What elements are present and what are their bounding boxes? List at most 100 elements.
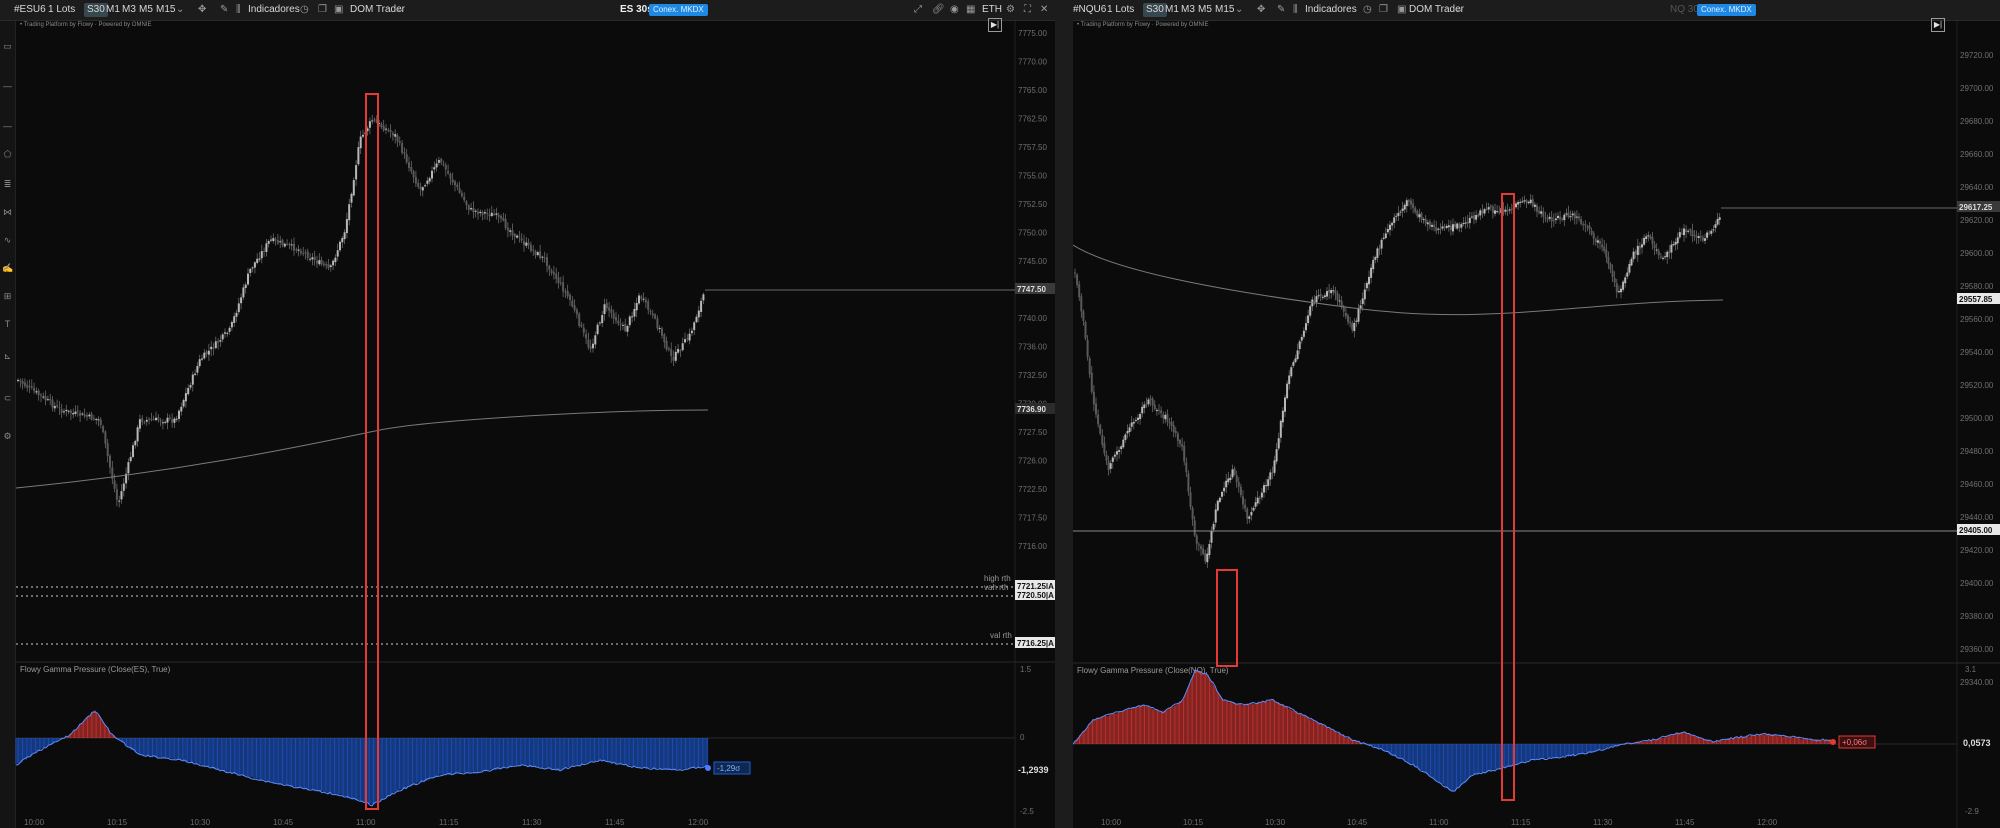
candle-body (1418, 214, 1421, 218)
candle-body (1145, 403, 1148, 406)
candle-body (543, 257, 546, 259)
candle-body (1473, 215, 1475, 220)
es-indicator-title: Flowy Gamma Pressure (Close(ES), True) (20, 665, 171, 674)
candle-body (1701, 237, 1704, 241)
candle-body (1676, 237, 1679, 244)
candle-body (619, 323, 622, 325)
candle-body (447, 170, 450, 174)
candle-body (1708, 232, 1711, 234)
candle-body (410, 166, 413, 172)
candle-body (1565, 213, 1568, 215)
candle-body (1393, 217, 1396, 223)
candle-body (504, 219, 507, 228)
candle-body (1641, 244, 1643, 248)
pane-divider[interactable] (1055, 0, 1073, 828)
candle-body (157, 417, 160, 421)
candle-body (1321, 296, 1324, 298)
candle-body (665, 341, 668, 350)
candle-body (1414, 207, 1417, 213)
candle-body (426, 180, 429, 184)
candle-body (1481, 211, 1484, 213)
candle-body (1317, 295, 1320, 297)
candle-body (440, 158, 443, 163)
candle-body (1668, 251, 1671, 254)
es-candlestick-chart[interactable]: 7775.00 7770.00 7765.00 7762.50 7757.50 7755.… (0, 0, 1055, 828)
candle-body (1645, 236, 1648, 239)
candle-body (352, 180, 355, 196)
candle-body (1185, 462, 1188, 473)
candle-body (1580, 219, 1583, 225)
candle-body (104, 431, 107, 444)
candle-body (534, 250, 537, 255)
candle-body (1330, 290, 1333, 294)
candle-body (86, 415, 88, 417)
price-axis-tick: 29340.00 (1960, 678, 1994, 687)
price-axis-tick: 7736.00 (1018, 343, 1047, 352)
candle-body (1466, 221, 1469, 224)
price-axis-tick: 29520.00 (1960, 381, 1994, 390)
candle-body (1193, 520, 1196, 536)
time-axis-tick: 10:00 (1101, 818, 1122, 827)
candle-body (1622, 281, 1625, 290)
candle-body (550, 270, 553, 274)
nq-chart-pane[interactable]: #NQU6 1 Lots S30 M1 M3 M5 M15 ⌄ ✥ ✎ ⫼ In… (1073, 0, 2000, 828)
candle-body (681, 343, 684, 351)
candle-body (1441, 226, 1444, 229)
candle-body (1605, 249, 1608, 258)
candle-body (1248, 516, 1251, 519)
candle-body (194, 373, 197, 375)
candle-body (1338, 300, 1341, 302)
time-axis-tick: 11:00 (356, 818, 376, 827)
candle-body (1657, 250, 1660, 256)
candle-body (23, 382, 26, 386)
candle-body (1592, 232, 1595, 239)
es-chart-pane[interactable]: #ESU6 1 Lots S30 M1 M3 M5 M15 ⌄ ✥ ✎ ⫼ In… (0, 0, 1055, 828)
candle-body (1216, 500, 1219, 511)
candle-body (1296, 350, 1299, 360)
candle-body (571, 300, 574, 307)
price-axis-tick: 29720.00 (1960, 51, 1994, 60)
candle-body (497, 214, 500, 217)
candle-body (1557, 215, 1559, 219)
last-price-tag: 7747.50 (1017, 285, 1046, 294)
candle-body (412, 171, 415, 178)
candle-body (431, 170, 433, 179)
candle-body (1685, 229, 1688, 233)
candle-body (1454, 223, 1457, 228)
candle-body (1090, 372, 1093, 392)
price-axis-tick: 29620.00 (1960, 216, 1994, 225)
candle-body (184, 393, 187, 402)
candle-body (566, 290, 569, 297)
candle-body (523, 241, 525, 246)
candle-body (1403, 204, 1406, 210)
candle-body (1292, 362, 1295, 366)
candle-body (1561, 218, 1564, 220)
candle-body (235, 312, 238, 317)
candle-body (132, 445, 134, 457)
candle-body (1699, 236, 1702, 238)
candle-body (575, 309, 578, 315)
candle-body (1141, 406, 1144, 414)
price-axis-tick: 7750.00 (1018, 229, 1047, 238)
candle-body (1149, 398, 1152, 400)
nq-candlestick-chart[interactable]: 29720.00 29700.00 29680.00 29660.00 29640.00… (1073, 0, 2000, 828)
candle-body (552, 272, 555, 275)
candle-body (667, 348, 670, 350)
candle-body (1376, 248, 1379, 258)
nq-indicator-axis-top: 3.1 (1965, 665, 1977, 674)
candle-body (1097, 414, 1100, 425)
time-axis-tick: 11:45 (605, 818, 625, 827)
time-axis-tick: 12:00 (688, 818, 709, 827)
candle-body (297, 249, 300, 251)
candle-body (198, 359, 201, 367)
candle-body (138, 419, 141, 429)
candle-body (672, 356, 675, 361)
candle-body (1242, 496, 1244, 505)
candle-body (458, 188, 461, 193)
candle-body (320, 259, 323, 265)
candle-body (1475, 215, 1478, 220)
candle-body (414, 176, 417, 184)
price-axis-tick: 29420.00 (1960, 546, 1994, 555)
candle-body (592, 343, 594, 349)
price-axis-tick: 7765.00 (1018, 86, 1047, 95)
